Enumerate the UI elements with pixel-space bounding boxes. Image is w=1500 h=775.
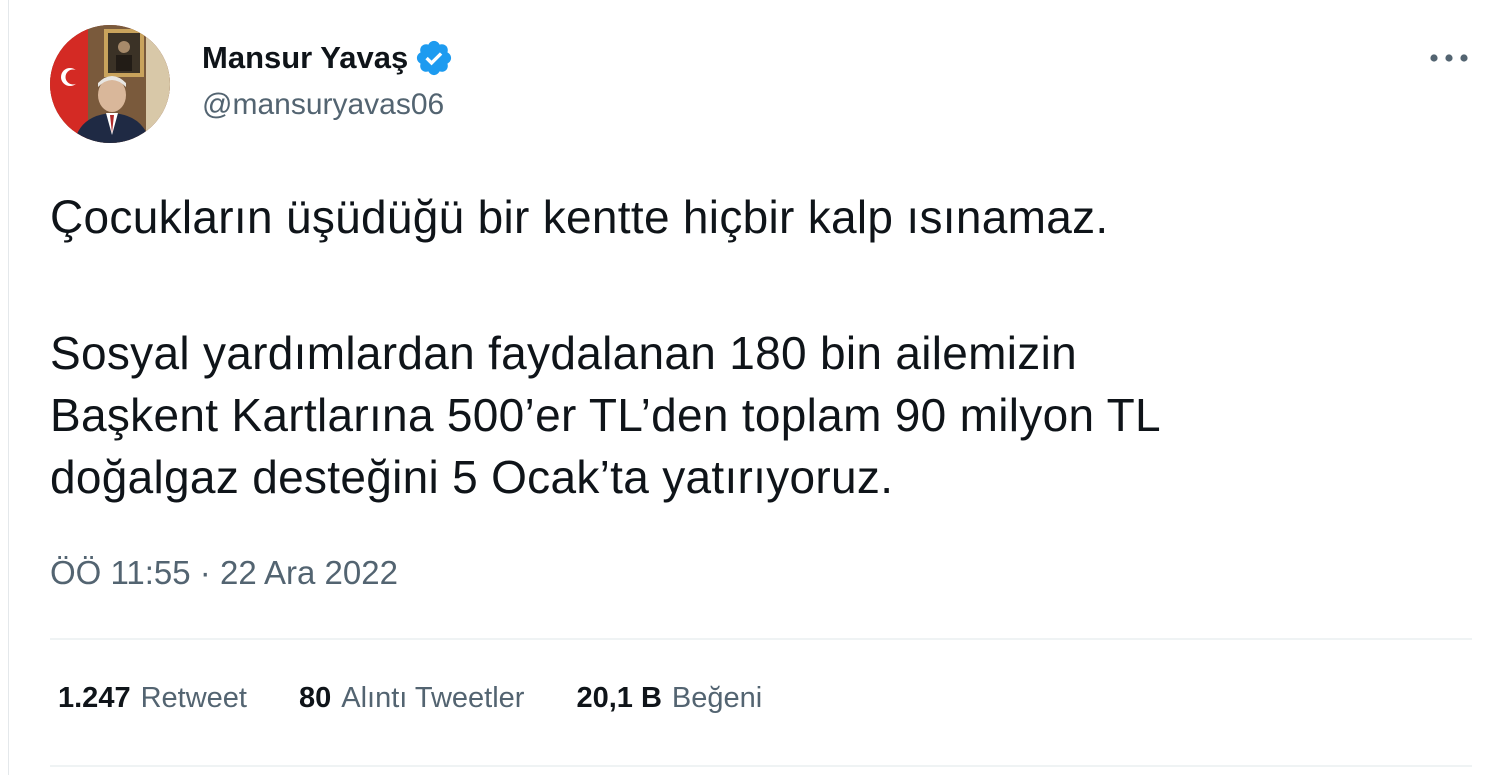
divider — [50, 638, 1472, 640]
divider — [50, 765, 1472, 767]
like-label: Beğeni — [671, 682, 763, 714]
more-options-button[interactable] — [1424, 40, 1474, 76]
tweet-paragraph-2: Sosyal yardımlardan faydalanan 180 bin a… — [50, 322, 1470, 508]
tweet-author: Mansur Yavaş @mansuryavas06 — [202, 36, 454, 122]
retweet-count-link[interactable]: 1.247 Retweet — [58, 682, 247, 715]
quote-tweets-link[interactable]: 80 Alıntı Tweetler — [299, 682, 524, 715]
likes-link[interactable]: 20,1 B Beğeni — [576, 682, 762, 715]
verified-badge-icon[interactable] — [414, 38, 454, 78]
avatar[interactable] — [50, 25, 170, 143]
retweet-count: 1.247 — [58, 682, 131, 714]
quote-label: Alıntı Tweetler — [341, 682, 525, 714]
avatar-photo-icon — [50, 25, 170, 143]
tweet-stats: 1.247 Retweet 80 Alıntı Tweetler 20,1 B … — [58, 682, 814, 715]
author-name-row: Mansur Yavaş — [202, 36, 454, 80]
like-count: 20,1 B — [576, 682, 662, 714]
more-options-icon — [1430, 54, 1468, 62]
retweet-label: Retweet — [140, 682, 247, 714]
tweet-line: doğalgaz desteğini 5 Ocak’ta yatırıyoruz… — [50, 451, 894, 503]
quote-count: 80 — [298, 682, 332, 714]
tweet-text: Çocukların üşüdüğü bir kentte hiçbir kal… — [50, 186, 1470, 508]
tweet-card: Mansur Yavaş @mansuryavas06 Çocukların ü… — [0, 0, 1500, 775]
timestamp-link[interactable]: ÖÖ 11:55 · 22 Ara 2022 — [50, 554, 398, 591]
tweet-paragraph-1: Çocukların üşüdüğü bir kentte hiçbir kal… — [50, 191, 1109, 243]
tweet-line: Sosyal yardımlardan faydalanan 180 bin a… — [50, 327, 1077, 379]
author-handle[interactable]: @mansuryavas06 — [202, 88, 454, 122]
author-display-name[interactable]: Mansur Yavaş — [202, 40, 408, 76]
tweet-line: Başkent Kartlarına 500’er TL’den toplam … — [50, 389, 1161, 441]
tweet-timestamp: ÖÖ 11:55 · 22 Ara 2022 — [50, 554, 398, 592]
